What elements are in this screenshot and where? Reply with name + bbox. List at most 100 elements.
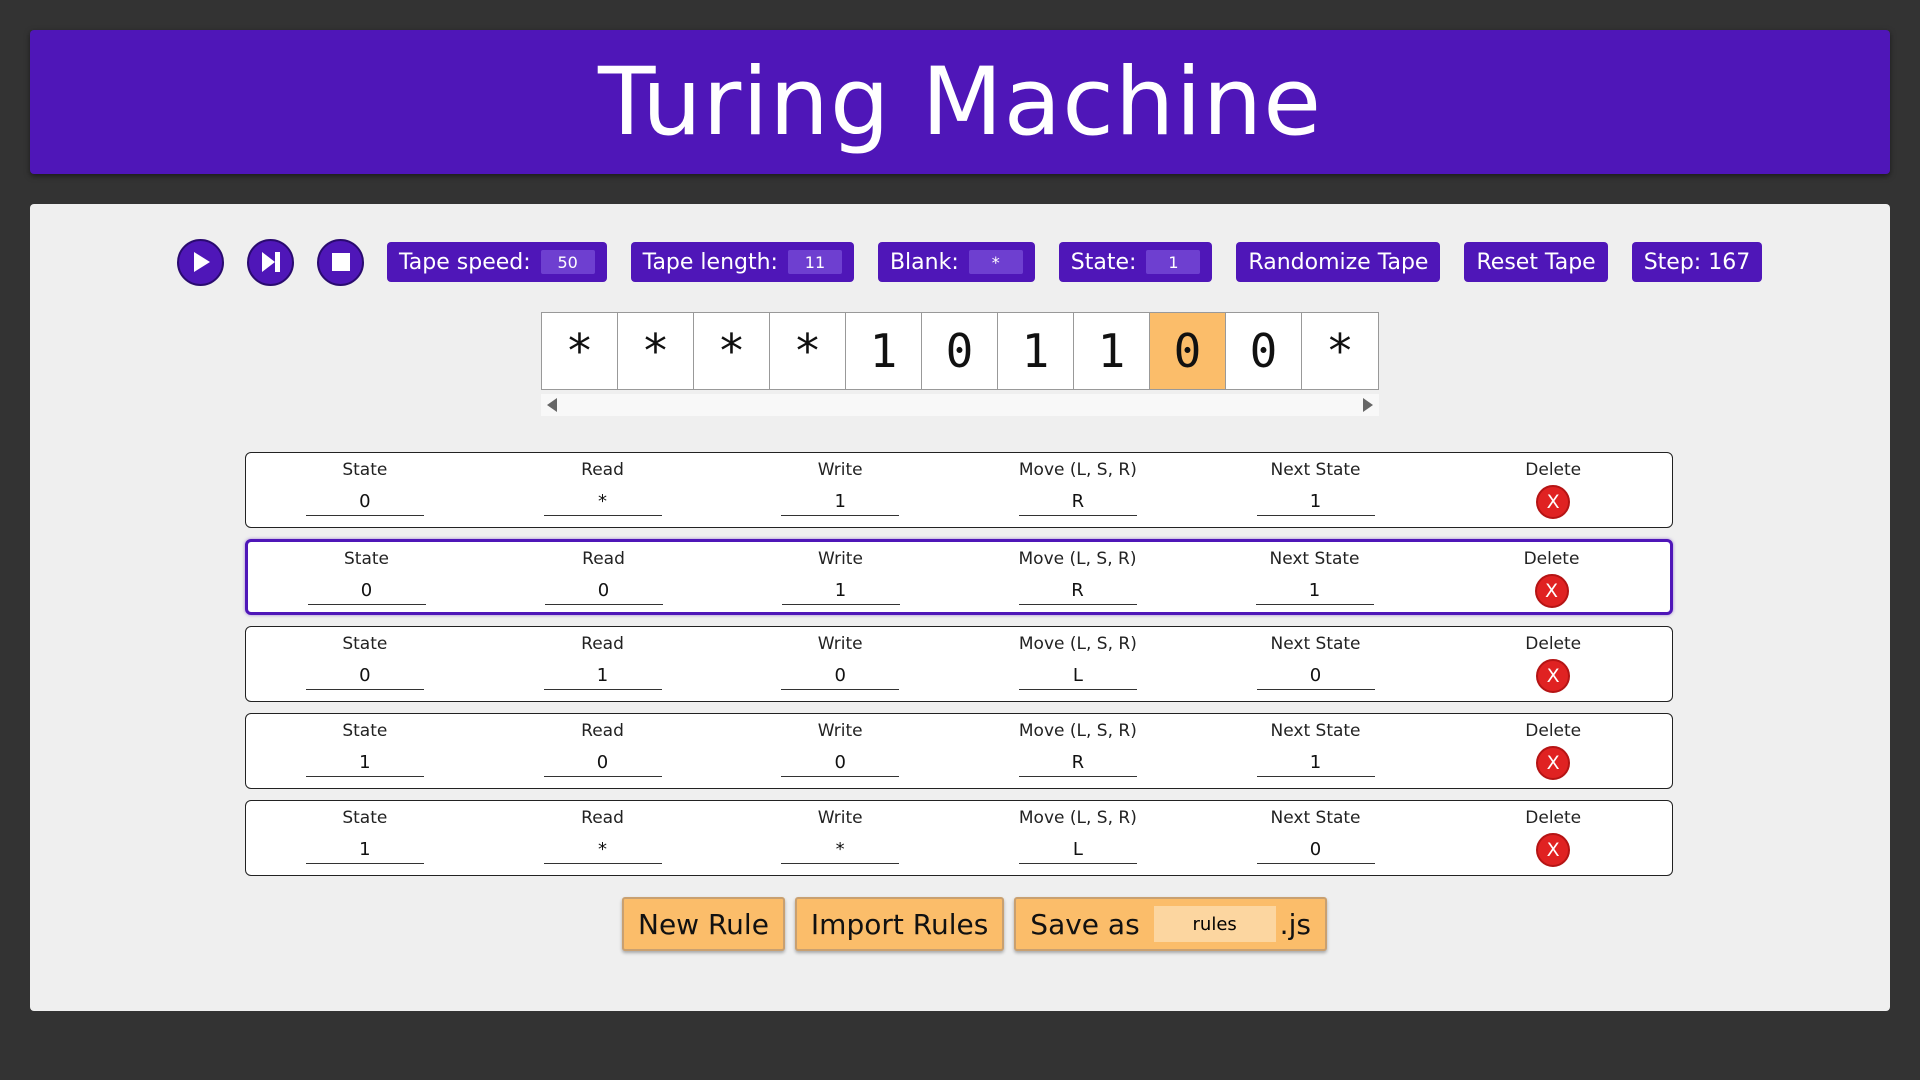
rule-label-next: Next State xyxy=(1269,549,1360,569)
rule-label-delete: Delete xyxy=(1523,549,1580,569)
rule-input-state[interactable]: 0 xyxy=(307,578,426,605)
rule-row[interactable]: State 0 Read * Write 1 Move (L, S, R) R Next Sta… xyxy=(245,452,1673,528)
tape-cell[interactable]: * xyxy=(770,313,846,389)
rule-input-write[interactable]: * xyxy=(781,837,900,864)
tape-cell[interactable]: * xyxy=(618,313,694,389)
rule-input-state[interactable]: 0 xyxy=(305,489,424,516)
rule-row[interactable]: State 0 Read 0 Write 1 Move (L, S, R) R Next Sta… xyxy=(245,539,1673,615)
state-input[interactable] xyxy=(1146,250,1201,274)
delete-rule-button[interactable]: X xyxy=(1536,485,1571,519)
tape-cell-head[interactable]: 0 xyxy=(1150,313,1226,389)
rule-input-move[interactable]: R xyxy=(1018,578,1137,605)
save-prefix: Save as xyxy=(1030,907,1140,941)
step-forward-icon xyxy=(261,252,280,272)
rule-input-read[interactable]: * xyxy=(543,837,662,864)
save-as-button[interactable]: Save as .js xyxy=(1014,897,1327,951)
rule-field-write: Write * xyxy=(721,801,959,875)
tape-speed-input[interactable] xyxy=(540,250,595,274)
tape-cell[interactable]: 0 xyxy=(1226,313,1302,389)
scroll-right-icon[interactable] xyxy=(1363,398,1373,412)
rule-input-next[interactable]: 1 xyxy=(1255,578,1374,605)
randomize-tape-button[interactable]: Randomize Tape xyxy=(1236,242,1441,282)
save-suffix: .js xyxy=(1279,907,1311,941)
rule-input-read[interactable]: 0 xyxy=(543,750,662,777)
rule-field-write: Write 1 xyxy=(722,542,959,612)
rule-input-move[interactable]: R xyxy=(1018,489,1137,516)
rule-label-state: State xyxy=(342,808,388,828)
blank-input[interactable] xyxy=(968,250,1023,274)
rule-label-state: State xyxy=(342,721,388,741)
delete-rule-button[interactable]: X xyxy=(1536,746,1571,780)
rule-input-write[interactable]: 0 xyxy=(781,750,900,777)
reset-tape-button[interactable]: Reset Tape xyxy=(1464,242,1608,282)
rule-input-state[interactable]: 0 xyxy=(305,663,424,690)
new-rule-button[interactable]: New Rule xyxy=(622,897,785,951)
stop-button[interactable] xyxy=(317,238,364,286)
delete-rule-button[interactable]: X xyxy=(1536,833,1571,867)
tape-cell[interactable]: 1 xyxy=(846,313,922,389)
tape-cell[interactable]: 1 xyxy=(998,313,1074,389)
rule-row[interactable]: State 1 Read 0 Write 0 Move (L, S, R) R Next Sta… xyxy=(245,713,1673,789)
rule-input-write[interactable]: 1 xyxy=(781,489,900,516)
rule-label-read: Read xyxy=(581,460,624,480)
delete-rule-button[interactable]: X xyxy=(1536,659,1571,693)
delete-rule-button[interactable]: X xyxy=(1534,574,1569,608)
rule-input-next[interactable]: 1 xyxy=(1256,489,1375,516)
state-label: State: xyxy=(1070,249,1137,275)
tape-cell[interactable]: * xyxy=(694,313,770,389)
step-counter: Step: 167 xyxy=(1631,242,1763,282)
step-button[interactable] xyxy=(247,238,294,286)
rule-label-move: Move (L, S, R) xyxy=(1018,549,1137,569)
tape-cell[interactable]: 0 xyxy=(922,313,998,389)
scroll-left-icon[interactable] xyxy=(547,398,557,412)
rule-label-move: Move (L, S, R) xyxy=(1018,721,1137,741)
rule-input-move[interactable]: L xyxy=(1018,837,1137,864)
rule-row[interactable]: State 0 Read 1 Write 0 Move (L, S, R) L Next Sta… xyxy=(245,626,1673,702)
rule-label-write: Write xyxy=(818,549,863,569)
rule-input-move[interactable]: L xyxy=(1018,663,1137,690)
rule-field-move: Move (L, S, R) L xyxy=(959,801,1197,875)
app-header: Turing Machine xyxy=(30,30,1890,174)
rule-label-next: Next State xyxy=(1270,634,1361,654)
rule-input-state[interactable]: 1 xyxy=(305,837,424,864)
rule-label-delete: Delete xyxy=(1525,460,1582,480)
rule-field-read: Read * xyxy=(484,801,722,875)
rule-field-move: Move (L, S, R) R xyxy=(959,542,1196,612)
rule-input-state[interactable]: 1 xyxy=(305,750,424,777)
rule-row[interactable]: State 1 Read * Write * Move (L, S, R) L Next Sta… xyxy=(245,800,1673,876)
rule-field-next: Next State 1 xyxy=(1197,714,1435,788)
rule-input-write[interactable]: 1 xyxy=(781,578,900,605)
blank-label: Blank: xyxy=(889,249,959,275)
play-icon xyxy=(193,252,210,272)
rule-field-move: Move (L, S, R) L xyxy=(959,627,1197,701)
tape-cell[interactable]: 1 xyxy=(1074,313,1150,389)
stop-icon xyxy=(331,253,350,271)
rule-label-move: Move (L, S, R) xyxy=(1018,460,1137,480)
tape-cell[interactable]: * xyxy=(542,313,618,389)
state-control: State: xyxy=(1058,242,1213,282)
import-rules-button[interactable]: Import Rules xyxy=(794,897,1005,951)
rule-field-write: Write 0 xyxy=(721,627,959,701)
save-filename-input[interactable] xyxy=(1153,906,1276,942)
rule-input-read[interactable]: 0 xyxy=(544,578,663,605)
tape-length-label: Tape length: xyxy=(642,249,778,275)
tape-scrollbar[interactable] xyxy=(541,394,1379,416)
rule-input-read[interactable]: * xyxy=(543,489,662,516)
tape-length-input[interactable] xyxy=(787,250,842,274)
rule-label-move: Move (L, S, R) xyxy=(1018,808,1137,828)
rule-label-next: Next State xyxy=(1270,721,1361,741)
rule-label-state: State xyxy=(344,549,389,569)
rule-input-read[interactable]: 1 xyxy=(543,663,662,690)
rule-field-delete: Delete X xyxy=(1434,714,1672,788)
tape-cell[interactable]: * xyxy=(1302,313,1378,389)
play-button[interactable] xyxy=(177,238,224,286)
tape: * * * * 1 0 1 1 0 0 * xyxy=(541,312,1379,390)
bottom-actions: New Rule Import Rules Save as .js xyxy=(622,897,1337,951)
rule-input-write[interactable]: 0 xyxy=(781,663,900,690)
rule-input-next[interactable]: 0 xyxy=(1256,663,1375,690)
rule-label-write: Write xyxy=(817,808,863,828)
rule-input-move[interactable]: R xyxy=(1018,750,1137,777)
rule-label-write: Write xyxy=(817,721,863,741)
rule-input-next[interactable]: 1 xyxy=(1256,750,1375,777)
rule-input-next[interactable]: 0 xyxy=(1256,837,1375,864)
